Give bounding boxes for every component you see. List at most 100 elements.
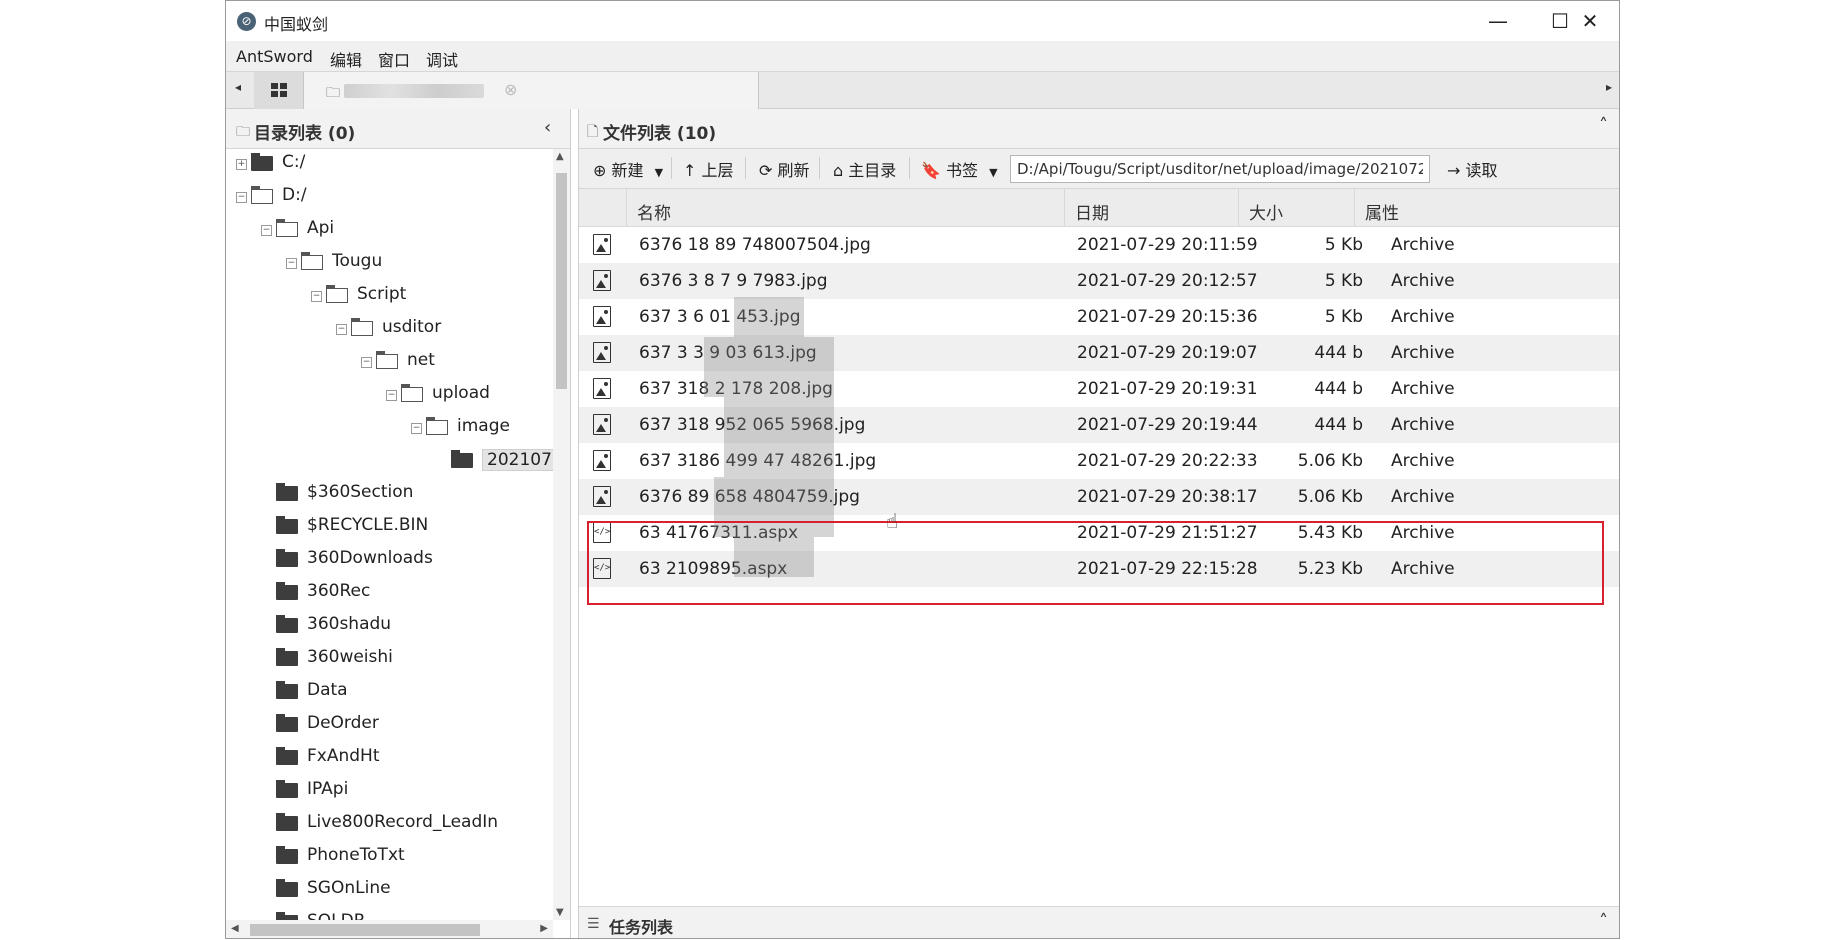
column-header-attr[interactable]: 属性 bbox=[1355, 189, 1619, 227]
file-attr: Archive bbox=[1391, 451, 1455, 471]
close-button[interactable]: ✕ bbox=[1559, 1, 1619, 41]
menu-debug[interactable]: 调试 bbox=[426, 47, 458, 71]
tree-item-label: $RECYCLE.BIN bbox=[307, 515, 429, 535]
image-file-icon bbox=[593, 234, 611, 255]
scroll-down-icon[interactable]: ▼ bbox=[556, 907, 564, 918]
up-level-button[interactable]: ↑ 上层 bbox=[683, 157, 734, 181]
collapse-icon[interactable]: − bbox=[261, 225, 272, 236]
folder-icon bbox=[276, 615, 298, 633]
chevron-down-icon: ▼ bbox=[654, 166, 664, 179]
tree-horizontal-scrollbar[interactable]: ◀ ▶ bbox=[226, 920, 553, 938]
file-attr: Archive bbox=[1391, 343, 1455, 363]
minimize-button[interactable]: — bbox=[1467, 1, 1529, 41]
folder-icon bbox=[276, 681, 298, 699]
tree-item-label: Api bbox=[307, 218, 335, 238]
tree-item-label: image bbox=[457, 416, 510, 436]
file-date: 2021-07-29 20:19:31 bbox=[1077, 379, 1258, 399]
image-file-icon bbox=[593, 378, 611, 399]
tree-item-label: SGOnLine bbox=[307, 878, 391, 898]
directory-panel-header: 🗀 目录列表 (0) ‹ bbox=[226, 109, 570, 149]
column-header-name[interactable]: 名称 bbox=[627, 189, 1065, 227]
tree-item-label: 360Rec bbox=[307, 581, 371, 601]
read-button[interactable]: → 读取 bbox=[1447, 157, 1498, 181]
folder-icon bbox=[276, 714, 298, 732]
tab-scroll-right-button[interactable]: ▸ bbox=[1606, 80, 1612, 94]
scroll-right-icon[interactable]: ▶ bbox=[540, 923, 548, 934]
column-header-size[interactable]: 大小 bbox=[1239, 189, 1355, 227]
file-size: 5.06 Kb bbox=[1297, 451, 1363, 471]
folder-icon bbox=[276, 516, 298, 534]
scroll-thumb[interactable] bbox=[250, 924, 480, 936]
read-label: 读取 bbox=[1465, 161, 1498, 180]
menu-window[interactable]: 窗口 bbox=[378, 47, 410, 71]
folder-open-icon bbox=[351, 318, 373, 336]
tree-item-label: $360Section bbox=[307, 482, 414, 502]
folder-icon bbox=[276, 747, 298, 765]
scroll-left-icon[interactable]: ◀ bbox=[231, 923, 239, 934]
file-date: 2021-07-29 20:19:07 bbox=[1077, 343, 1258, 363]
tree-item-label: 202107 bbox=[482, 449, 553, 471]
scroll-thumb[interactable] bbox=[556, 173, 567, 389]
tree-item-label: upload bbox=[432, 383, 490, 403]
tab-shell-session[interactable]: 🗀 ⊗ bbox=[304, 72, 759, 109]
file-attr: Archive bbox=[1391, 307, 1455, 327]
collapse-left-panel-button[interactable]: ‹ bbox=[544, 117, 551, 138]
file-attr: Archive bbox=[1391, 487, 1455, 507]
collapse-icon[interactable]: − bbox=[236, 192, 247, 203]
tree-item-label: Tougu bbox=[332, 251, 383, 271]
grid-icon bbox=[271, 83, 287, 97]
expand-task-panel-button[interactable]: ˄ bbox=[1599, 911, 1608, 932]
refresh-label: 刷新 bbox=[777, 161, 810, 180]
tree-vertical-scrollbar[interactable]: ▲ ▼ bbox=[553, 149, 570, 920]
home-directory-button[interactable]: ⌂ 主目录 bbox=[833, 157, 896, 181]
collapse-icon[interactable]: − bbox=[336, 324, 347, 335]
collapse-icon[interactable]: − bbox=[311, 291, 322, 302]
collapse-icon[interactable]: − bbox=[411, 423, 422, 434]
folder-open-icon bbox=[301, 252, 323, 270]
collapse-icon[interactable]: − bbox=[286, 258, 297, 269]
tab-close-icon[interactable]: ⊗ bbox=[504, 80, 517, 99]
refresh-button[interactable]: ⟳ 刷新 bbox=[759, 157, 810, 181]
folder-icon bbox=[251, 153, 273, 171]
column-header-date[interactable]: 日期 bbox=[1065, 189, 1239, 227]
collapse-file-panel-button[interactable]: ˄ bbox=[1599, 115, 1608, 136]
bookmark-button[interactable]: 🔖 书签 ▼ bbox=[921, 157, 998, 181]
folder-icon: 🗀 bbox=[236, 124, 250, 140]
folder-open-icon bbox=[426, 417, 448, 435]
home-directory-label: 主目录 bbox=[848, 161, 897, 180]
folder-icon bbox=[276, 879, 298, 897]
antsword-logo-icon: ⊘ bbox=[237, 12, 256, 31]
tree-item-label: PhoneToTxt bbox=[307, 845, 405, 865]
image-file-icon bbox=[593, 414, 611, 435]
scroll-up-icon[interactable]: ▲ bbox=[556, 151, 564, 162]
new-button[interactable]: ⊕ 新建 ▼ bbox=[593, 157, 663, 181]
tree-item-label: SOLDR bbox=[307, 911, 366, 920]
file-date: 2021-07-29 20:11:59 bbox=[1077, 235, 1258, 255]
folder-icon bbox=[451, 450, 473, 468]
expand-icon[interactable]: + bbox=[236, 159, 247, 170]
menu-edit[interactable]: 编辑 bbox=[330, 47, 362, 71]
folder-icon bbox=[276, 846, 298, 864]
file-toolbar: ⊕ 新建 ▼ ↑ 上层 ⟳ 刷新 ⌂ 主目录 🔖 书签 ▼ D:/Api/Tou… bbox=[579, 149, 1619, 189]
tab-scroll-left-button[interactable]: ◂ bbox=[235, 80, 241, 94]
file-date: 2021-07-29 20:22:33 bbox=[1077, 451, 1258, 471]
arrow-up-icon: ↑ bbox=[683, 161, 697, 180]
menu-antsword[interactable]: AntSword bbox=[236, 47, 313, 66]
collapse-icon[interactable]: − bbox=[361, 357, 372, 368]
folder-open-icon bbox=[326, 285, 348, 303]
file-size: 5.06 Kb bbox=[1297, 487, 1363, 507]
tree-item-label: DeOrder bbox=[307, 713, 379, 733]
refresh-icon: ⟳ bbox=[759, 161, 773, 180]
chevron-down-icon: ▼ bbox=[989, 166, 998, 179]
file-date: 2021-07-29 20:38:17 bbox=[1077, 487, 1258, 507]
collapse-icon[interactable]: − bbox=[386, 390, 397, 401]
tab-strip: ◂ 🗀 ⊗ ▸ bbox=[226, 71, 1619, 109]
new-button-label: 新建 bbox=[611, 161, 644, 180]
tree-item-label: D:/ bbox=[282, 185, 307, 205]
home-icon: ⌂ bbox=[833, 161, 844, 180]
path-input[interactable] bbox=[1010, 155, 1430, 183]
mouse-cursor-icon: ☝ bbox=[886, 509, 899, 533]
file-row[interactable]: 6376 18 89 748007504.jpg 2021-07-29 20:11… bbox=[579, 227, 1619, 263]
tab-home[interactable] bbox=[254, 72, 304, 109]
folder-open-icon bbox=[401, 384, 423, 402]
